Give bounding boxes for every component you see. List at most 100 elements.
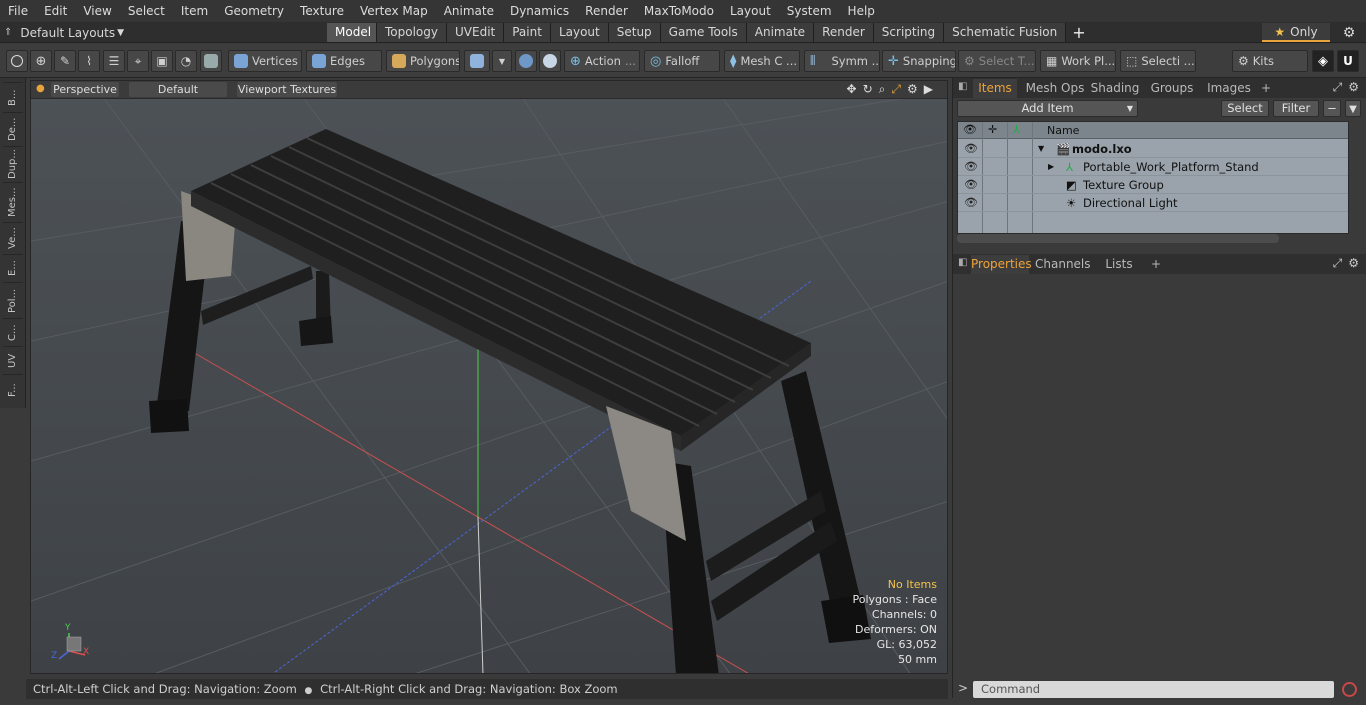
tab-paint[interactable]: Paint [504,23,551,42]
viewport-textures-button[interactable]: Viewport Textures [237,82,337,97]
menu-system[interactable]: System [779,0,840,22]
falloff-button[interactable]: ◎ Falloff [644,50,720,72]
menu-help[interactable]: Help [840,0,883,22]
snap-mode-b-button[interactable] [539,50,561,72]
menu-file[interactable]: File [0,0,36,22]
expand-icon[interactable]: ⤢ [1333,80,1343,95]
material-mode-button[interactable] [464,50,490,72]
menu-vertex-map[interactable]: Vertex Map [352,0,436,22]
polygons-button[interactable]: Polygons [386,50,460,72]
snapping-button[interactable]: ✛ Snapping [882,50,956,72]
left-tab-basic[interactable]: B... [3,82,23,112]
vertices-button[interactable]: Vertices [228,50,302,72]
select-through-button[interactable]: ⚙ Select T... [958,50,1036,72]
only-button[interactable]: ★ Only [1262,23,1330,42]
tab-animate[interactable]: Animate [746,23,815,42]
list-item[interactable]: 👁 ◩ Texture Group [958,176,1348,194]
tab-layout[interactable]: Layout [550,23,609,42]
eye-icon[interactable]: 👁 [964,176,978,194]
globe-button[interactable]: ⊕ [30,50,52,72]
arrow-right-icon[interactable]: ▶ [924,82,933,97]
perspective-button[interactable]: Perspective [51,82,119,97]
tab-game-tools[interactable]: Game Tools [660,23,747,42]
name-column-header[interactable]: Name [1047,124,1079,137]
left-tab-curve[interactable]: C... [3,318,23,346]
tab-items[interactable]: Items [973,79,1017,98]
tab-images[interactable]: Images [1203,79,1255,98]
snap-mode-a-button[interactable] [515,50,537,72]
menu-layout[interactable]: Layout [722,0,779,22]
tab-model[interactable]: Model [327,23,377,42]
list-item[interactable]: 👁 ☀ Directional Light [958,194,1348,212]
visibility-column-icon[interactable]: 👁 [963,123,977,136]
tab-channels[interactable]: Channels [1035,255,1091,274]
edges-button[interactable]: Edges [306,50,382,72]
left-tab-deform[interactable]: De... [3,112,23,146]
properties-gear-icon[interactable]: ⚙ [1348,256,1359,271]
menu-render[interactable]: Render [577,0,636,22]
platform-model[interactable] [149,129,871,674]
material-dropdown[interactable]: ▼ [492,50,512,72]
viewport-menu-dot-icon[interactable]: ● [36,83,45,94]
select-circle-button[interactable] [6,50,28,72]
menu-edit[interactable]: Edit [36,0,75,22]
item-list-scrollbar[interactable] [957,234,1279,243]
left-tab-polygon[interactable]: Pol... [3,282,23,318]
add-panel-tab-icon[interactable]: + [1259,79,1273,98]
kits-button[interactable]: ⚙ Kits [1232,50,1308,72]
menu-item[interactable]: Item [173,0,216,22]
viewport-scene[interactable] [31,81,948,674]
rotate-button[interactable]: ◔ [175,50,197,72]
mesh-constraint-button[interactable]: ⧫ Mesh C ... [724,50,800,72]
filter-button[interactable]: Filter [1273,100,1319,117]
list-item[interactable]: 👁 ▼ 🎬 modo.lxo [958,140,1348,158]
left-tab-fusion[interactable]: F... [3,374,23,406]
zoom-icon[interactable]: ⌕ [879,82,886,97]
expand-arrow-icon[interactable]: ▶ [1048,158,1054,176]
tab-shading[interactable]: Shading [1089,79,1141,98]
record-icon[interactable] [1342,682,1357,697]
eye-icon[interactable]: 👁 [964,158,978,176]
work-plane-button[interactable]: ▦ Work Pl... [1040,50,1116,72]
brush-button[interactable]: ⌇ [78,50,100,72]
maximize-icon[interactable]: ⤢ [891,82,901,97]
menu-select[interactable]: Select [120,0,173,22]
menu-texture[interactable]: Texture [292,0,352,22]
gear-icon[interactable]: ⚙ [1338,23,1360,42]
orbit-icon[interactable]: ↻ [863,82,873,97]
tab-groups[interactable]: Groups [1147,79,1197,98]
list-item[interactable]: 👁 ▶ ⅄ Portable_Work_Platform_Stand [958,158,1348,176]
tab-setup[interactable]: Setup [608,23,661,42]
symmetry-button[interactable]: ⫴ Symm ... [804,50,880,72]
eye-icon[interactable]: 👁 [964,194,978,212]
collapse-button[interactable]: − [1323,100,1341,117]
panel-gear-icon[interactable]: ⚙ [1348,80,1359,95]
3d-viewport[interactable]: Y X Z ● Perspective Default Viewport Tex… [30,80,948,674]
unity-button[interactable]: ◈ [1312,50,1334,72]
left-tab-uv[interactable]: UV [3,346,23,374]
item-list[interactable]: 👁 ✛ ⅄ Name 👁 ▼ 🎬 modo.lxo 👁 ▶ ⅄ Portable… [957,121,1349,234]
type-column-icon[interactable]: ⅄ [1013,123,1020,136]
funnel-button[interactable]: ▼ [1345,100,1361,117]
lock-column-icon[interactable]: ✛ [988,123,997,136]
shading-button[interactable]: Default [129,82,227,97]
panel-menu-icon[interactable]: ◧ [958,81,967,92]
frame-button[interactable]: ▣ [151,50,173,72]
left-tab-edge[interactable]: E... [3,254,23,282]
menu-geometry[interactable]: Geometry [216,0,292,22]
menu-maxtomodo[interactable]: MaxToModo [636,0,722,22]
center-button[interactable]: ⌖ [127,50,149,72]
tab-properties[interactable]: Properties [971,255,1032,274]
eye-icon[interactable]: 👁 [964,140,978,158]
left-tab-vertex[interactable]: Ve... [3,222,23,254]
add-item-dropdown[interactable]: Add Item ▼ [957,100,1138,117]
tab-schematic-fusion[interactable]: Schematic Fusion [944,23,1067,42]
layouts-dropdown[interactable]: ⇑ Default Layouts ▼ [4,22,124,43]
tab-lists[interactable]: Lists [1097,255,1141,274]
add-properties-tab-icon[interactable]: + [1149,255,1163,274]
menu-view[interactable]: View [75,0,119,22]
left-tab-mesh-edit[interactable]: Mes... [3,182,23,222]
collapse-arrow-icon[interactable]: ▼ [1038,140,1044,158]
command-input[interactable]: Command [973,681,1334,698]
selection-sets-button[interactable]: ⬚ Selecti ... [1120,50,1196,72]
